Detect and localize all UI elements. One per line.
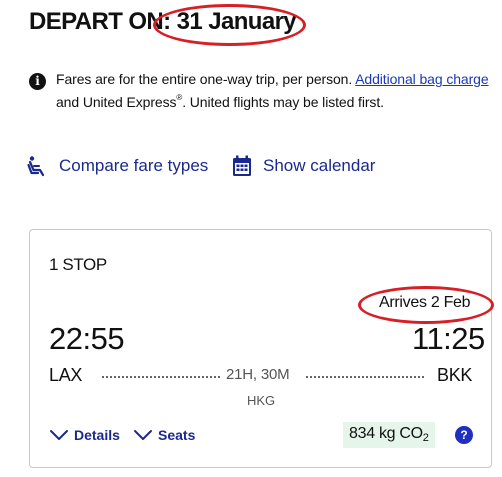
info-icon: i (29, 73, 46, 90)
co2-value: 834 kg CO (349, 425, 423, 442)
united-express-text: and United Express (56, 94, 177, 110)
route-line-right (306, 376, 424, 378)
origin-airport: LAX (49, 365, 83, 385)
arrives-annotation-circle (358, 286, 494, 324)
details-label: Details (74, 427, 120, 443)
stops-count: 1 STOP (49, 255, 107, 274)
show-calendar-link[interactable]: Show calendar (232, 155, 375, 177)
flight-duration: 21H, 30M (224, 366, 292, 383)
stopover-airport: HKG (247, 393, 276, 408)
fare-notice-line-2: and United Express®. United flights may … (56, 93, 384, 110)
compare-fare-types-label: Compare fare types (59, 156, 209, 175)
flights-listed-first-text: . United flights may be listed first. (182, 94, 384, 110)
chevron-down-icon (134, 430, 152, 440)
co2-subscript: 2 (422, 432, 429, 444)
depart-label: DEPART ON: (29, 8, 171, 35)
compare-fare-types-link[interactable]: Compare fare types (26, 155, 208, 177)
show-calendar-label: Show calendar (263, 156, 376, 175)
date-annotation-circle (153, 4, 306, 46)
details-toggle[interactable]: Details (49, 427, 120, 443)
calendar-icon (233, 155, 251, 176)
fare-notice-text: Fares are for the entire one-way trip, p… (56, 71, 353, 87)
fare-notice-line-1: Fares are for the entire one-way trip, p… (56, 71, 489, 87)
seats-label: Seats (158, 427, 196, 443)
chevron-down-icon (50, 430, 68, 440)
seats-toggle[interactable]: Seats (133, 427, 195, 443)
route-line-left (102, 376, 220, 378)
departure-time: 22:55 (49, 321, 125, 356)
co2-emissions-badge: 834 kg CO2 (343, 422, 435, 448)
co2-help-icon[interactable]: ? (455, 426, 473, 444)
seat-icon (27, 156, 45, 177)
additional-bag-charge-link[interactable]: Additional bag charge (355, 71, 488, 87)
arrival-time: 11:25 (412, 321, 485, 356)
destination-airport: BKK (437, 365, 473, 385)
